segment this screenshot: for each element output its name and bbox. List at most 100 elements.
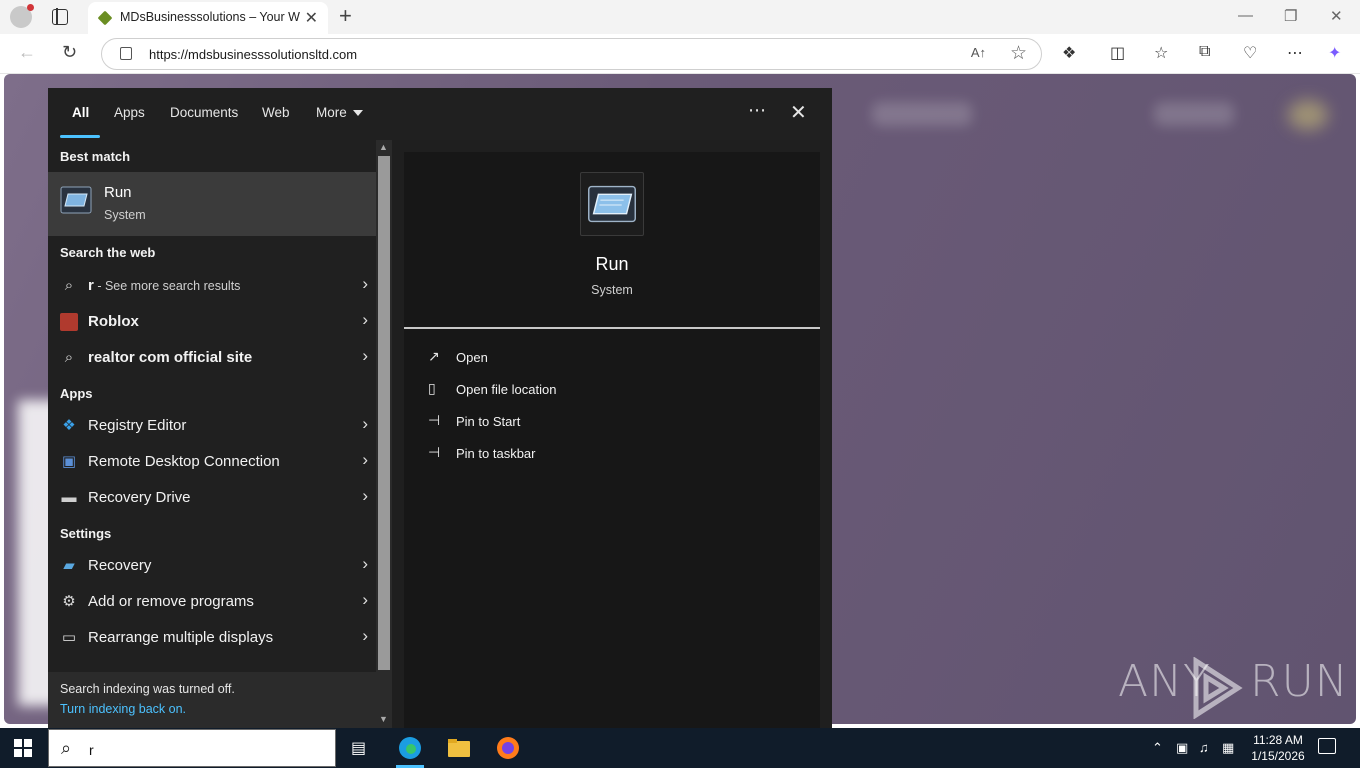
action-open-file-location[interactable]: ▯ Open file location [428, 376, 808, 404]
pin-icon: ⊣ [428, 412, 441, 428]
site-favicon-icon [97, 10, 113, 26]
collections-icon[interactable]: ⧉ [1199, 43, 1210, 61]
preview-app-subtitle: System [591, 283, 633, 297]
active-filter-indicator [60, 135, 100, 138]
open-icon: ↗ [428, 348, 440, 364]
split-screen-icon[interactable]: ◫ [1110, 43, 1125, 63]
windows-start-icon[interactable] [14, 739, 32, 757]
scroll-down-icon[interactable]: ▼ [379, 714, 388, 724]
apps-heading: Apps [60, 386, 93, 401]
url-field[interactable]: https://mdsbusinesssolutionsltd.com A↑ ☆ [101, 38, 1042, 70]
chevron-right-icon[interactable]: › [362, 590, 368, 610]
roblox-icon [60, 313, 78, 331]
action-open[interactable]: ↗ Open [428, 344, 808, 372]
refresh-icon[interactable]: ↻ [62, 42, 77, 63]
edge-icon[interactable] [398, 736, 422, 760]
results-scrollbar[interactable]: ▲ ▼ [376, 140, 392, 728]
extensions-icon[interactable]: ❖ [1062, 43, 1076, 63]
volume-icon[interactable]: ♫ [1199, 740, 1209, 755]
filter-more[interactable]: More [316, 105, 363, 120]
profile-avatar-icon[interactable] [10, 4, 34, 28]
action-label: Pin to Start [456, 414, 521, 429]
run-app-icon [60, 186, 92, 214]
favorites-icon[interactable]: ☆ [1154, 43, 1168, 63]
url-text[interactable]: https://mdsbusinesssolutionsltd.com [149, 47, 357, 62]
clock-time: 11:28 AM [1253, 733, 1303, 747]
taskbar: ⌕ r ▤ ⌃ ▣ ♫ ▦ 11:28 AM 1/15/2026 [0, 728, 1360, 768]
action-label: Pin to taskbar [456, 446, 536, 461]
read-aloud-icon[interactable]: A↑ [971, 45, 986, 60]
web-result-label: r - See more search results [88, 277, 240, 294]
new-tab-button[interactable]: + [339, 3, 352, 29]
chevron-right-icon[interactable]: › [362, 626, 368, 646]
chevron-up-icon[interactable]: ⌃ [1152, 740, 1163, 756]
best-match-item-run[interactable]: Run System [48, 172, 376, 236]
taskbar-search-input[interactable]: r [89, 742, 94, 758]
window-close-icon[interactable]: ✕ [1330, 7, 1343, 25]
web-result-see-more[interactable]: ⌕ r - See more search results › [48, 268, 376, 304]
action-label: Open [456, 350, 488, 365]
best-match-name: Run [104, 184, 132, 201]
app-result-label: Recovery Drive [88, 489, 191, 506]
blurred-nav-button [1154, 102, 1234, 126]
chevron-right-icon[interactable]: › [362, 310, 368, 330]
close-icon[interactable]: ✕ [790, 100, 807, 125]
action-pin-to-taskbar[interactable]: ⊣ Pin to taskbar [428, 440, 808, 468]
scrollbar-thumb[interactable] [378, 156, 390, 670]
network-icon[interactable]: ▦ [1222, 740, 1234, 756]
tab-actions-icon[interactable] [52, 8, 68, 25]
action-label: Open file location [456, 382, 557, 397]
filter-all[interactable]: All [72, 105, 89, 120]
recovery-icon: ▰ [63, 557, 75, 574]
filter-documents[interactable]: Documents [170, 105, 238, 120]
task-view-icon[interactable]: ▤ [351, 738, 366, 758]
chevron-right-icon[interactable]: › [362, 450, 368, 470]
tab-title: MDsBusinesssolutions – Your Wo [120, 10, 300, 24]
setting-result-recovery[interactable]: ▰ Recovery › [48, 548, 376, 584]
display-icon: ▭ [61, 629, 77, 646]
chevron-right-icon[interactable]: › [362, 486, 368, 506]
system-clock[interactable]: 11:28 AM 1/15/2026 [1246, 732, 1310, 764]
scroll-up-icon[interactable]: ▲ [379, 142, 388, 152]
firefox-icon[interactable] [496, 736, 520, 760]
app-result-remote-desktop[interactable]: ▣ Remote Desktop Connection › [48, 444, 376, 480]
web-result-label: realtor com official site [88, 349, 253, 366]
browser-essentials-icon[interactable]: ♡ [1243, 43, 1257, 63]
blurred-nav-item [872, 102, 972, 126]
more-options-icon[interactable]: ⋯ [748, 100, 767, 121]
tab-close-icon[interactable]: ✕ [305, 8, 318, 28]
app-result-recovery-drive[interactable]: ▬ Recovery Drive › [48, 480, 376, 516]
favorite-star-icon[interactable]: ☆ [1010, 42, 1027, 65]
chevron-right-icon[interactable]: › [362, 554, 368, 574]
turn-indexing-on-link[interactable]: Turn indexing back on. [60, 702, 186, 716]
lock-icon[interactable] [120, 47, 132, 60]
filter-apps[interactable]: Apps [114, 105, 145, 120]
filter-web[interactable]: Web [262, 105, 290, 120]
minimize-icon[interactable]: — [1238, 7, 1253, 24]
back-icon[interactable]: ← [18, 42, 36, 63]
chevron-down-icon [352, 110, 363, 117]
preview-divider [404, 327, 820, 329]
watermark-text-right: RUN [1250, 656, 1349, 707]
indexing-notice: Search indexing was turned off. Turn ind… [48, 672, 376, 728]
filter-more-label: More [316, 105, 347, 120]
file-explorer-icon[interactable] [447, 736, 471, 760]
run-app-large-icon [580, 172, 644, 236]
copilot-icon[interactable]: ✦ [1328, 43, 1341, 63]
chevron-right-icon[interactable]: › [362, 414, 368, 434]
restore-icon[interactable]: ❐ [1284, 7, 1297, 25]
action-pin-to-start[interactable]: ⊣ Pin to Start [428, 408, 808, 436]
taskbar-search-box[interactable]: ⌕ r [48, 729, 336, 767]
app-result-registry-editor[interactable]: ❖ Registry Editor › [48, 408, 376, 444]
device-icon[interactable]: ▣ [1176, 740, 1188, 756]
web-result-roblox[interactable]: Roblox › [48, 304, 376, 340]
settings-more-icon[interactable]: ⋯ [1287, 43, 1303, 63]
chevron-right-icon[interactable]: › [362, 346, 368, 366]
web-result-realtor[interactable]: ⌕ realtor com official site › [48, 340, 376, 376]
setting-result-add-remove-programs[interactable]: ⚙ Add or remove programs › [48, 584, 376, 620]
pin-icon: ⊣ [428, 444, 441, 460]
notification-icon[interactable] [1318, 738, 1336, 754]
setting-result-rearrange-displays[interactable]: ▭ Rearrange multiple displays › [48, 620, 376, 656]
browser-tab[interactable]: MDsBusinesssolutions – Your Wo ✕ [88, 2, 328, 34]
chevron-right-icon[interactable]: › [362, 274, 368, 294]
